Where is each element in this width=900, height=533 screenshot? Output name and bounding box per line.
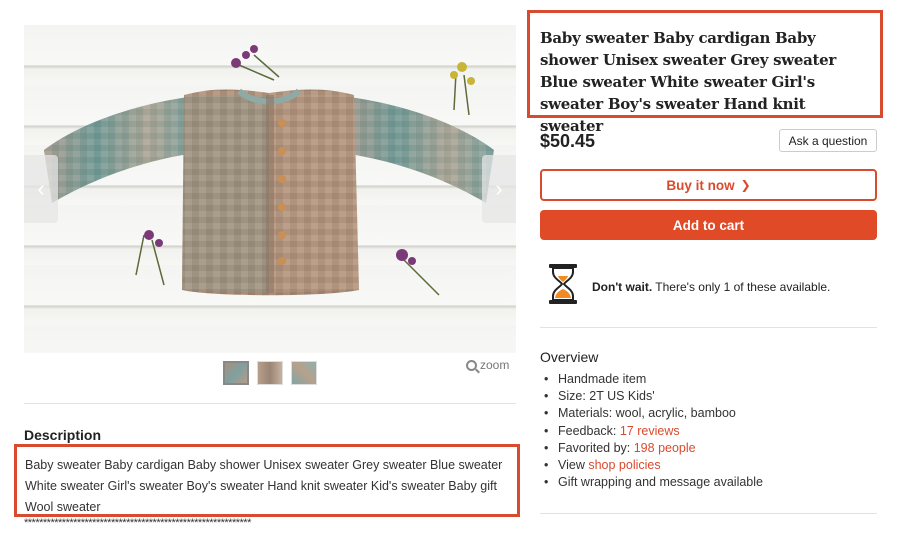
thumbnail-3[interactable] — [291, 361, 317, 385]
stock-notice: Don't wait. There's only 1 of these avai… — [592, 280, 830, 294]
stock-notice-rest: There's only 1 of these available. — [652, 280, 831, 294]
listing-title: Baby sweater Baby cardigan Baby shower U… — [540, 29, 836, 135]
zoom-label: zoom — [480, 358, 510, 372]
add-to-cart-button[interactable]: Add to cart — [540, 210, 877, 240]
buy-now-label: Buy it now — [666, 177, 735, 193]
description-text: Baby sweater Baby cardigan Baby shower U… — [25, 458, 503, 514]
chevron-right-icon: › — [495, 176, 503, 201]
stock-notice-bold: Don't wait. — [592, 280, 653, 294]
overview-item-policies: View shop policies — [544, 457, 763, 474]
previous-image-button[interactable]: ‹ — [24, 155, 58, 223]
reviews-link[interactable]: 17 reviews — [620, 424, 680, 438]
overview-list: Handmade item Size: 2T US Kids' Material… — [544, 371, 763, 491]
policies-prefix: View — [558, 458, 589, 473]
favorited-prefix: Favorited by: — [558, 440, 634, 455]
divider — [24, 403, 516, 404]
thumbnail-1[interactable] — [223, 361, 249, 385]
overview-item-feedback: Feedback: 17 reviews — [544, 423, 763, 440]
overview-item-gift: Gift wrapping and message available — [544, 474, 763, 491]
divider — [540, 513, 877, 514]
overview-item-favorited: Favorited by: 198 people — [544, 440, 763, 457]
description-separator: ****************************************… — [24, 517, 251, 529]
thumbnail-strip — [223, 361, 317, 385]
favorited-link[interactable]: 198 people — [634, 441, 696, 455]
overview-item-size: Size: 2T US Kids' — [544, 388, 763, 405]
ask-question-button[interactable]: Ask a question — [779, 129, 877, 152]
shop-policies-link[interactable]: shop policies — [588, 458, 660, 472]
overview-item-materials: Materials: wool, acrylic, bamboo — [544, 405, 763, 422]
divider — [540, 327, 877, 328]
next-image-button[interactable]: › — [482, 155, 516, 223]
description-highlight-box: Baby sweater Baby cardigan Baby shower U… — [14, 444, 520, 517]
overview-heading: Overview — [540, 349, 599, 365]
hourglass-icon — [549, 264, 577, 304]
sweater-illustration — [44, 45, 494, 296]
description-heading: Description — [24, 427, 102, 443]
chevron-left-icon: ‹ — [37, 176, 45, 201]
zoom-button[interactable]: zoom — [466, 358, 509, 372]
buy-now-button[interactable]: Buy it now ❯ — [540, 169, 877, 201]
thumbnail-2[interactable] — [257, 361, 283, 385]
feedback-prefix: Feedback: — [558, 423, 620, 438]
product-photo[interactable] — [24, 25, 516, 353]
price: $50.45 — [540, 131, 596, 151]
magnifier-icon — [466, 359, 477, 371]
title-highlight-box: Baby sweater Baby cardigan Baby shower U… — [527, 10, 883, 135]
overview-item-handmade: Handmade item — [544, 371, 763, 388]
chevron-right-icon: ❯ — [740, 178, 751, 192]
